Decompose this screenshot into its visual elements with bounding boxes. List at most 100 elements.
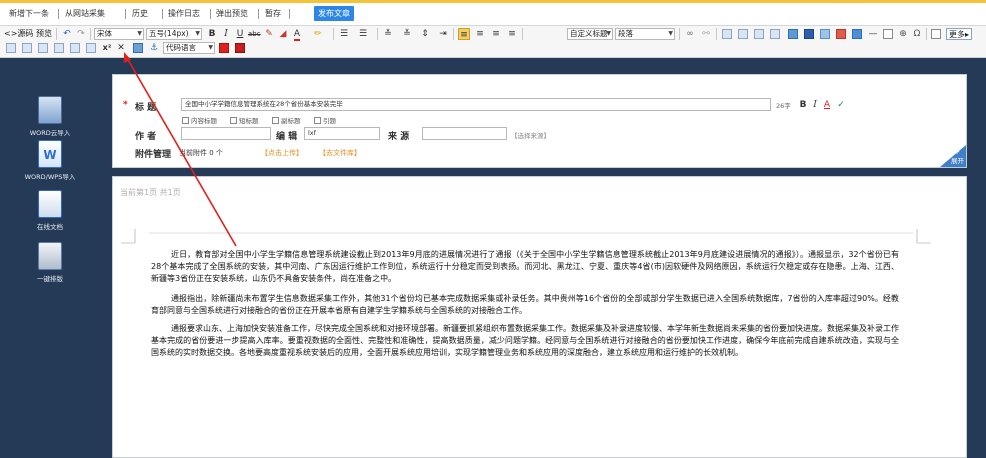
option-subtitle[interactable]: 副标题 [272, 115, 301, 125]
divider [377, 28, 378, 40]
align-center-icon[interactable]: ≡ [474, 28, 486, 40]
operation-log-button[interactable]: 操作日志 [168, 8, 200, 20]
code-language-value: 代码语言 [166, 43, 196, 52]
ordered-list-icon[interactable]: ☰ [338, 28, 350, 40]
title-color-icon[interactable]: A [821, 99, 833, 111]
title-input[interactable]: 全国中小学学籍信息管理系统在28个省份基本安装完毕 [181, 98, 771, 111]
time-icon[interactable]: ⊕ [897, 28, 909, 40]
anchor-icon[interactable]: ⚓ [148, 42, 160, 54]
collect-from-web-button[interactable]: 从网站采集 [65, 8, 105, 20]
online-document-icon [38, 190, 62, 218]
divider [125, 9, 126, 19]
link-icon[interactable]: ∞ [684, 28, 696, 40]
table-tool-icon[interactable] [6, 43, 16, 53]
word-cloud-import-button[interactable]: WORD云导入 [20, 96, 80, 137]
map-icon[interactable] [852, 29, 862, 39]
title-italic-icon[interactable]: I [809, 99, 821, 111]
image-icon[interactable] [788, 29, 798, 39]
option-label: 引题 [323, 117, 336, 125]
redo-icon[interactable]: ↷ [75, 28, 87, 40]
undo-icon[interactable]: ↶ [61, 28, 73, 40]
horizontal-rule-icon[interactable]: — [867, 28, 879, 40]
editor-input[interactable]: lxf [304, 127, 380, 140]
music-icon[interactable] [820, 29, 830, 39]
fullscreen-icon[interactable] [931, 29, 941, 39]
source-input[interactable] [422, 127, 507, 140]
divider [926, 28, 927, 40]
save-draft-button[interactable]: 暂存 [265, 8, 281, 20]
align-justify-icon[interactable]: ≡ [506, 28, 518, 40]
word-document-icon: W [38, 140, 62, 168]
upload-link[interactable]: 【点击上传】 [261, 148, 303, 158]
special-char-icon[interactable]: Ω [911, 28, 923, 40]
page-margin-marks [121, 229, 931, 244]
divider [162, 9, 163, 19]
custom-title-value: 自定义标题 [570, 29, 608, 38]
divider [56, 28, 57, 40]
align-left-icon[interactable]: ≡ [458, 28, 470, 40]
file-library-link[interactable]: 【去文件库】 [319, 148, 361, 158]
title-spellcheck-icon[interactable]: ✓ [835, 99, 847, 111]
online-document-button[interactable]: 在线文档 [20, 190, 80, 231]
option-lead-title[interactable]: 引题 [314, 115, 336, 125]
line-spacing-top-icon[interactable]: ≛ [382, 28, 394, 40]
title-bold-icon[interactable]: B [797, 99, 809, 111]
table-icon[interactable] [722, 29, 732, 39]
video-icon[interactable] [804, 29, 814, 39]
highlight-color-icon[interactable]: ✏ [312, 28, 324, 40]
underline-icon[interactable]: U [234, 28, 246, 40]
option-short-title[interactable]: 短标题 [230, 115, 259, 125]
pdf-icon[interactable] [219, 43, 229, 53]
table-tool-icon[interactable] [38, 43, 48, 53]
expand-label[interactable]: 展开 [951, 155, 964, 165]
custom-title-select[interactable]: 自定义标题 ▼ [567, 28, 613, 40]
source-code-button[interactable]: <>源码 [4, 28, 33, 40]
format-brush-icon[interactable]: ✎ [263, 28, 275, 40]
preview-button[interactable]: 预览 [36, 28, 52, 40]
font-color-icon[interactable]: A [291, 28, 303, 41]
author-input[interactable] [181, 127, 271, 140]
insert-frame-icon[interactable] [133, 43, 143, 53]
flash-icon[interactable] [235, 43, 245, 53]
bold-icon[interactable]: B [206, 28, 218, 40]
unordered-list-icon[interactable]: ☰ [357, 28, 369, 40]
line-height-icon[interactable]: ⇕ [419, 28, 431, 40]
new-next-button[interactable]: 新增下一条 [9, 8, 49, 20]
paragraph-1[interactable]: 近日，教育部对全国中小学生学籍信息管理系统建设截止到2013年9月底的进展情况进… [151, 249, 899, 285]
remove-icon[interactable]: ✕ [115, 42, 127, 54]
more-button[interactable]: 更多▸ [946, 28, 973, 40]
strikethrough-icon[interactable]: abc [248, 28, 261, 40]
indent-icon[interactable]: ⇥ [437, 28, 449, 40]
insert-column-icon[interactable] [754, 29, 764, 39]
table-tool-icon[interactable] [22, 43, 32, 53]
document-editor[interactable]: 当前第1页 共1页 近日，教育部对全国中小学生学籍信息管理系统建设截止到2013… [112, 176, 967, 458]
option-content-title[interactable]: 内容标题 [182, 115, 217, 125]
clear-format-icon[interactable]: ◢ [277, 28, 289, 40]
align-right-icon[interactable]: ≡ [490, 28, 502, 40]
history-button[interactable]: 历史 [132, 8, 148, 20]
paragraph-format-select[interactable]: 段落 ▼ [615, 28, 675, 40]
table-tool-icon[interactable] [70, 43, 80, 53]
paragraph-2[interactable]: 通报指出，除新疆尚未布置学生信息数据采集工作外，其他31个省份均已基本完成数据采… [151, 293, 899, 317]
table-tool-icon[interactable] [86, 43, 96, 53]
source-label: 来 源 [388, 132, 410, 142]
italic-icon[interactable]: I [220, 28, 232, 40]
merge-cells-icon[interactable] [770, 29, 780, 39]
paragraph-value: 段落 [618, 29, 633, 38]
publish-article-button[interactable]: 发布文章 [314, 6, 354, 21]
attachment-icon[interactable] [836, 29, 846, 39]
line-spacing-bottom-icon[interactable]: ≚ [401, 28, 413, 40]
font-size-select[interactable]: 五号(14px) ▼ [146, 28, 202, 40]
unlink-icon[interactable]: ⚯ [700, 28, 712, 40]
font-family-select[interactable]: 宋体 ▼ [94, 28, 144, 40]
word-wps-import-button[interactable]: W WORD/WPS导入 [20, 140, 80, 181]
code-language-select[interactable]: 代码语言 ▼ [163, 42, 215, 54]
insert-row-icon[interactable] [738, 29, 748, 39]
one-click-layout-button[interactable]: 一键排版 [20, 242, 80, 283]
choose-source-link[interactable]: 【选择来源】 [511, 130, 550, 140]
date-icon[interactable] [883, 29, 893, 39]
popup-preview-button[interactable]: 弹出预览 [216, 8, 248, 20]
paragraph-3[interactable]: 通报要求山东、上海加快安装准备工作，尽快完成全国系统和对接环境部署。新疆要抓紧组… [151, 323, 899, 359]
superscript-icon[interactable]: x² [101, 42, 113, 54]
table-tool-icon[interactable] [54, 43, 64, 53]
